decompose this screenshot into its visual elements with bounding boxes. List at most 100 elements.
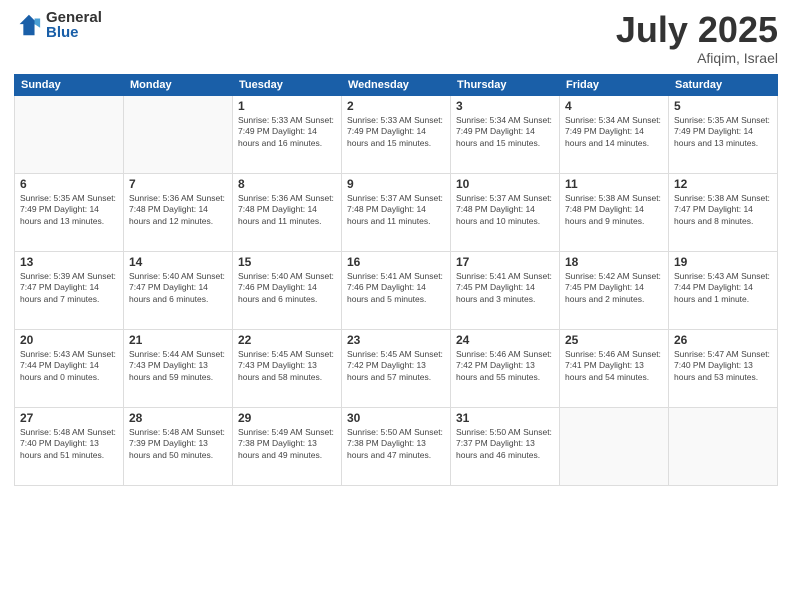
calendar-week-2: 6Sunrise: 5:35 AM Sunset: 7:49 PM Daylig…: [15, 173, 778, 251]
calendar-cell: 4 Sunrise: 5:34 AM Sunset: 7:49 PM Daylig…: [560, 95, 669, 173]
calendar-cell: 5Sunrise: 5:35 AM Sunset: 7:49 PM Daylig…: [669, 95, 778, 173]
calendar-cell: 25Sunrise: 5:46 AM Sunset: 7:41 PM Dayli…: [560, 329, 669, 407]
calendar-cell: 30 Sunrise: 5:50 AM Sunset: 7:38 PM Dayli…: [342, 407, 451, 485]
calendar-week-5: 27 Sunrise: 5:48 AM Sunset: 7:40 PM Dayli…: [15, 407, 778, 485]
calendar-week-4: 20 Sunrise: 5:43 AM Sunset: 7:44 PM Dayli…: [15, 329, 778, 407]
day-number: 21: [129, 333, 227, 347]
logo-text: General Blue: [46, 10, 102, 40]
day-number: 30: [347, 411, 445, 425]
calendar-cell: [15, 95, 124, 173]
day-number: 24: [456, 333, 554, 347]
day-info: Sunrise: 5:46 AM Sunset: 7:41 PM Dayligh…: [565, 349, 663, 385]
day-info: Sunrise: 5:44 AM Sunset: 7:43 PM Dayligh…: [129, 349, 227, 385]
logo-icon: [14, 11, 42, 39]
day-info: Sunrise: 5:36 AM Sunset: 7:48 PM Dayligh…: [129, 193, 227, 229]
calendar-cell: 8 Sunrise: 5:36 AM Sunset: 7:48 PM Daylig…: [233, 173, 342, 251]
calendar-cell: 12Sunrise: 5:38 AM Sunset: 7:47 PM Dayli…: [669, 173, 778, 251]
col-wednesday: Wednesday: [342, 74, 451, 95]
calendar-cell: 22Sunrise: 5:45 AM Sunset: 7:43 PM Dayli…: [233, 329, 342, 407]
day-info: Sunrise: 5:39 AM Sunset: 7:47 PM Dayligh…: [20, 271, 118, 307]
day-info: Sunrise: 5:48 AM Sunset: 7:40 PM Dayligh…: [20, 427, 118, 463]
day-info: Sunrise: 5:33 AM Sunset: 7:49 PM Dayligh…: [347, 115, 445, 151]
day-number: 3: [456, 99, 554, 113]
day-number: 4: [565, 99, 663, 113]
calendar-cell: 17Sunrise: 5:41 AM Sunset: 7:45 PM Dayli…: [451, 251, 560, 329]
calendar-week-1: 1Sunrise: 5:33 AM Sunset: 7:49 PM Daylig…: [15, 95, 778, 173]
day-info: Sunrise: 5:43 AM Sunset: 7:44 PM Dayligh…: [20, 349, 118, 385]
day-number: 6: [20, 177, 118, 191]
day-info: Sunrise: 5:37 AM Sunset: 7:48 PM Dayligh…: [456, 193, 554, 229]
calendar-cell: 14 Sunrise: 5:40 AM Sunset: 7:47 PM Dayli…: [124, 251, 233, 329]
title-block: July 2025 Afiqim, Israel: [616, 10, 778, 66]
col-tuesday: Tuesday: [233, 74, 342, 95]
day-info: Sunrise: 5:41 AM Sunset: 7:46 PM Dayligh…: [347, 271, 445, 307]
calendar-cell: [124, 95, 233, 173]
col-friday: Friday: [560, 74, 669, 95]
col-monday: Monday: [124, 74, 233, 95]
day-info: Sunrise: 5:50 AM Sunset: 7:38 PM Dayligh…: [347, 427, 445, 463]
day-number: 10: [456, 177, 554, 191]
day-number: 18: [565, 255, 663, 269]
day-number: 8: [238, 177, 336, 191]
title-location: Afiqim, Israel: [616, 50, 778, 66]
day-number: 11: [565, 177, 663, 191]
calendar-cell: 3 Sunrise: 5:34 AM Sunset: 7:49 PM Daylig…: [451, 95, 560, 173]
calendar-cell: 9 Sunrise: 5:37 AM Sunset: 7:48 PM Daylig…: [342, 173, 451, 251]
day-info: Sunrise: 5:45 AM Sunset: 7:42 PM Dayligh…: [347, 349, 445, 385]
day-number: 9: [347, 177, 445, 191]
day-info: Sunrise: 5:40 AM Sunset: 7:46 PM Dayligh…: [238, 271, 336, 307]
day-info: Sunrise: 5:48 AM Sunset: 7:39 PM Dayligh…: [129, 427, 227, 463]
calendar-cell: 1Sunrise: 5:33 AM Sunset: 7:49 PM Daylig…: [233, 95, 342, 173]
day-number: 14: [129, 255, 227, 269]
day-number: 31: [456, 411, 554, 425]
calendar-cell: 15Sunrise: 5:40 AM Sunset: 7:46 PM Dayli…: [233, 251, 342, 329]
day-info: Sunrise: 5:49 AM Sunset: 7:38 PM Dayligh…: [238, 427, 336, 463]
day-info: Sunrise: 5:36 AM Sunset: 7:48 PM Dayligh…: [238, 193, 336, 229]
day-number: 29: [238, 411, 336, 425]
calendar-header-row: Sunday Monday Tuesday Wednesday Thursday…: [15, 74, 778, 95]
calendar-cell: 18Sunrise: 5:42 AM Sunset: 7:45 PM Dayli…: [560, 251, 669, 329]
day-info: Sunrise: 5:50 AM Sunset: 7:37 PM Dayligh…: [456, 427, 554, 463]
day-info: Sunrise: 5:43 AM Sunset: 7:44 PM Dayligh…: [674, 271, 772, 307]
col-thursday: Thursday: [451, 74, 560, 95]
day-info: Sunrise: 5:40 AM Sunset: 7:47 PM Dayligh…: [129, 271, 227, 307]
calendar-cell: 23Sunrise: 5:45 AM Sunset: 7:42 PM Dayli…: [342, 329, 451, 407]
day-info: Sunrise: 5:45 AM Sunset: 7:43 PM Dayligh…: [238, 349, 336, 385]
day-number: 19: [674, 255, 772, 269]
page-header: General Blue July 2025 Afiqim, Israel: [14, 10, 778, 66]
day-info: Sunrise: 5:46 AM Sunset: 7:42 PM Dayligh…: [456, 349, 554, 385]
calendar-cell: 27 Sunrise: 5:48 AM Sunset: 7:40 PM Dayli…: [15, 407, 124, 485]
calendar-week-3: 13 Sunrise: 5:39 AM Sunset: 7:47 PM Dayli…: [15, 251, 778, 329]
day-info: Sunrise: 5:37 AM Sunset: 7:48 PM Dayligh…: [347, 193, 445, 229]
calendar-cell: 28 Sunrise: 5:48 AM Sunset: 7:39 PM Dayli…: [124, 407, 233, 485]
logo-general: General: [46, 10, 102, 25]
day-number: 26: [674, 333, 772, 347]
day-info: Sunrise: 5:34 AM Sunset: 7:49 PM Dayligh…: [565, 115, 663, 151]
day-number: 27: [20, 411, 118, 425]
day-number: 17: [456, 255, 554, 269]
calendar-cell: 11 Sunrise: 5:38 AM Sunset: 7:48 PM Dayli…: [560, 173, 669, 251]
calendar-cell: 21 Sunrise: 5:44 AM Sunset: 7:43 PM Dayli…: [124, 329, 233, 407]
calendar-body: 1Sunrise: 5:33 AM Sunset: 7:49 PM Daylig…: [15, 95, 778, 485]
day-info: Sunrise: 5:33 AM Sunset: 7:49 PM Dayligh…: [238, 115, 336, 151]
calendar-cell: 31 Sunrise: 5:50 AM Sunset: 7:37 PM Dayli…: [451, 407, 560, 485]
day-number: 16: [347, 255, 445, 269]
calendar-cell: 2 Sunrise: 5:33 AM Sunset: 7:49 PM Daylig…: [342, 95, 451, 173]
day-number: 28: [129, 411, 227, 425]
calendar-table: Sunday Monday Tuesday Wednesday Thursday…: [14, 74, 778, 486]
col-saturday: Saturday: [669, 74, 778, 95]
calendar-cell: 10 Sunrise: 5:37 AM Sunset: 7:48 PM Dayli…: [451, 173, 560, 251]
day-number: 7: [129, 177, 227, 191]
day-info: Sunrise: 5:34 AM Sunset: 7:49 PM Dayligh…: [456, 115, 554, 151]
day-info: Sunrise: 5:38 AM Sunset: 7:48 PM Dayligh…: [565, 193, 663, 229]
day-number: 13: [20, 255, 118, 269]
calendar-cell: 13 Sunrise: 5:39 AM Sunset: 7:47 PM Dayli…: [15, 251, 124, 329]
day-number: 20: [20, 333, 118, 347]
day-number: 2: [347, 99, 445, 113]
calendar-cell: 7 Sunrise: 5:36 AM Sunset: 7:48 PM Daylig…: [124, 173, 233, 251]
day-number: 5: [674, 99, 772, 113]
calendar-cell: 6Sunrise: 5:35 AM Sunset: 7:49 PM Daylig…: [15, 173, 124, 251]
logo: General Blue: [14, 10, 102, 40]
calendar-cell: 29 Sunrise: 5:49 AM Sunset: 7:38 PM Dayli…: [233, 407, 342, 485]
title-month: July 2025: [616, 10, 778, 50]
